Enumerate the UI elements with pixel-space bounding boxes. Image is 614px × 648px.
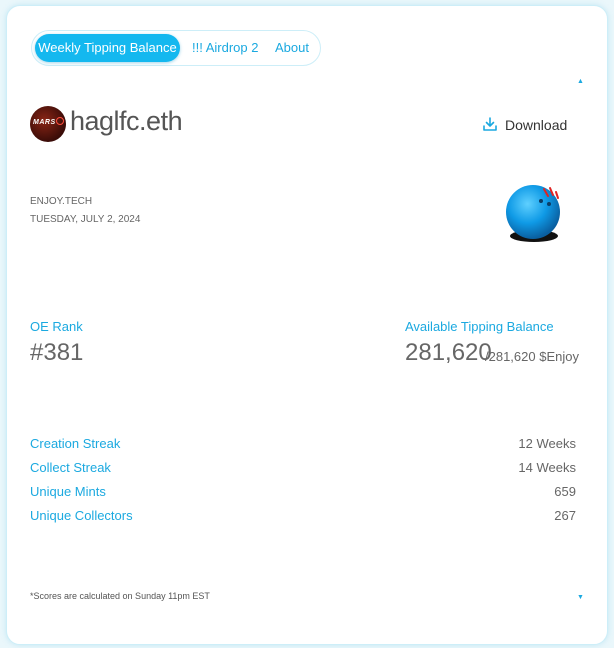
tipping-balance-label: Available Tipping Balance xyxy=(405,319,554,334)
stat-row-unique-collectors: Unique Collectors 267 xyxy=(30,508,576,528)
stat-value: 14 Weeks xyxy=(518,460,576,475)
tab-airdrop-2[interactable]: !!! Airdrop 2 xyxy=(192,34,258,62)
tab-weekly-tipping-balance[interactable]: Weekly Tipping Balance xyxy=(35,34,180,62)
oe-rank-value: #381 xyxy=(30,339,84,366)
download-label: Download xyxy=(505,117,568,133)
stat-value: 12 Weeks xyxy=(518,436,576,451)
username: haglfc.eth xyxy=(70,106,183,136)
tipping-balance-total: /281,620 $Enjoy xyxy=(485,349,579,364)
avatar-logo-text: MARS xyxy=(33,119,56,126)
platform-name: ENJOY.TECH xyxy=(30,196,93,207)
oe-rank-label: OE Rank xyxy=(30,319,83,334)
stat-label: Unique Mints xyxy=(30,484,106,499)
snapshot-date: TUESDAY, JULY 2, 2024 xyxy=(30,214,141,225)
scroll-down-icon[interactable]: ▼ xyxy=(577,594,584,601)
stat-row-creation-streak: Creation Streak 12 Weeks xyxy=(30,436,576,456)
scroll-up-icon[interactable]: ▲ xyxy=(577,78,584,85)
scores-footnote: *Scores are calculated on Sunday 11pm ES… xyxy=(30,591,210,601)
download-icon xyxy=(483,117,497,131)
stat-row-unique-mints: Unique Mints 659 xyxy=(30,484,576,504)
stat-label: Unique Collectors xyxy=(30,508,133,523)
stat-value: 267 xyxy=(554,508,576,523)
tab-bar: Weekly Tipping Balance !!! Airdrop 2 Abo… xyxy=(31,30,321,66)
avatar-ring-icon xyxy=(56,117,64,125)
stat-label: Collect Streak xyxy=(30,460,111,475)
stat-row-collect-streak: Collect Streak 14 Weeks xyxy=(30,460,576,480)
stat-label: Creation Streak xyxy=(30,436,121,451)
blue-ball-mascot-icon xyxy=(506,185,560,242)
tipping-balance-value: 281,620 xyxy=(405,339,492,366)
tab-about[interactable]: About xyxy=(275,34,309,62)
stat-value: 659 xyxy=(554,484,576,499)
avatar: MARS xyxy=(30,106,66,142)
